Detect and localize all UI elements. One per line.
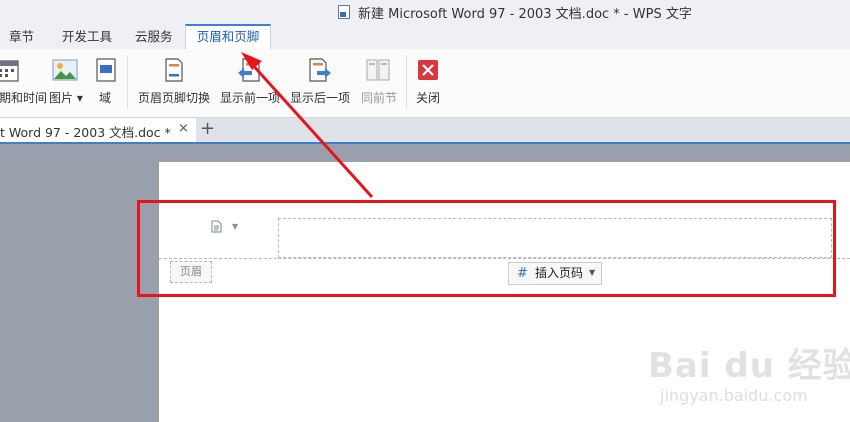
field-icon [96, 58, 116, 82]
picture-button[interactable]: 图片 ▾ [48, 53, 84, 113]
tab-close-icon[interactable]: × [178, 121, 189, 136]
watermark-url: jingyan.baidu.com [660, 386, 808, 405]
watermark-brand: Bai du 经验 [648, 346, 850, 386]
picture-icon [52, 59, 78, 81]
field-button[interactable]: 域 [90, 53, 120, 113]
same-as-previous-button[interactable]: 同前节 [358, 53, 400, 113]
switch-header-footer-button[interactable]: 页眉页脚切换 [136, 53, 212, 113]
tab-chapter[interactable]: 章节 [9, 24, 35, 49]
title-bar: 新建 Microsoft Word 97 - 2003 文档.doc * - W… [0, 0, 850, 24]
show-previous-button[interactable]: 显示前一项 [218, 53, 284, 113]
document-icon [338, 5, 350, 19]
switch-header-footer-label: 页眉页脚切换 [138, 91, 211, 105]
tab-developer-tools[interactable]: 开发工具 [62, 24, 114, 49]
same-as-previous-icon [366, 59, 390, 81]
calendar-icon [0, 60, 19, 82]
show-next-button[interactable]: 显示后一项 [289, 53, 355, 113]
previous-arrow-icon [238, 58, 260, 82]
close-header-footer-button[interactable]: 关闭 [414, 53, 444, 113]
highlight-box [137, 200, 836, 297]
same-as-previous-label: 同前节 [361, 91, 398, 105]
tab-header-footer[interactable]: 页眉和页脚 [185, 24, 271, 49]
date-time-button[interactable]: 期和时间 [0, 53, 47, 113]
close-label: 关闭 [416, 91, 441, 105]
document-tab-label: t Word 97 - 2003 文档.doc * [0, 125, 171, 140]
document-tab[interactable]: t Word 97 - 2003 文档.doc * × [0, 118, 196, 142]
document-tab-bar: t Word 97 - 2003 文档.doc * × + [0, 118, 850, 144]
tab-cloud-service[interactable]: 云服务 [135, 24, 175, 49]
menu-bar: 章节 开发工具 云服务 页眉和页脚 [0, 24, 850, 50]
ribbon-toolbar: 期和时间 图片 ▾ 域 页眉页脚切换 显示前一项 显示后一项 同前节 关闭 [0, 49, 850, 118]
date-time-label: 期和时间 [0, 91, 48, 105]
header-footer-switch-icon [165, 58, 183, 82]
watermark: Bai du 经验 jingyan.baidu.com [648, 338, 850, 410]
close-icon [418, 60, 438, 80]
show-next-label: 显示后一项 [290, 91, 351, 105]
ribbon-separator [406, 55, 407, 109]
next-arrow-icon [309, 58, 331, 82]
ribbon-separator [127, 55, 128, 109]
field-label: 域 [99, 91, 112, 105]
show-previous-label: 显示前一项 [220, 91, 281, 105]
new-tab-icon[interactable]: + [200, 118, 215, 139]
picture-label: 图片 ▾ [49, 91, 83, 105]
window-title: 新建 Microsoft Word 97 - 2003 文档.doc * - W… [358, 7, 692, 22]
